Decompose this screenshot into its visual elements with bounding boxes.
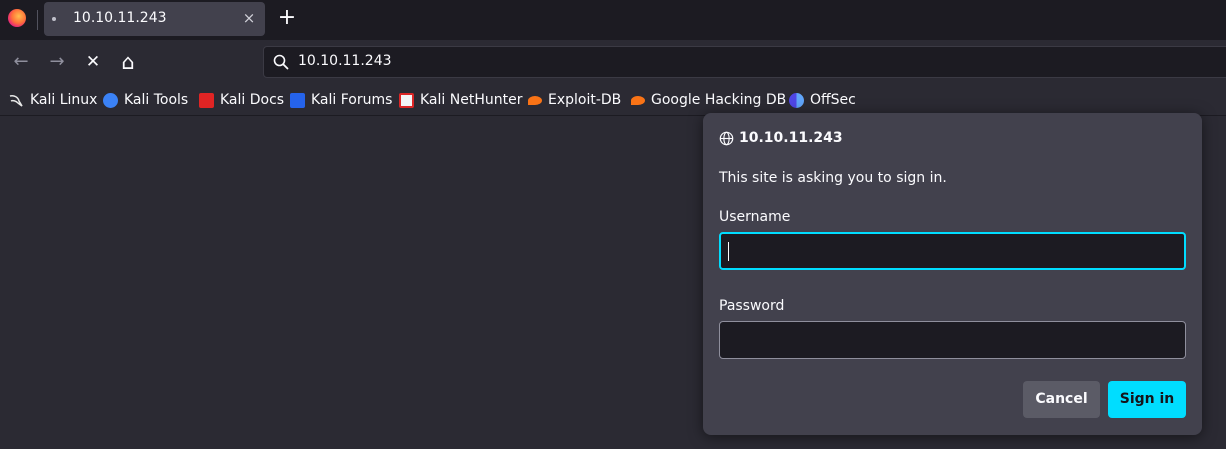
cancel-button[interactable]: Cancel bbox=[1023, 381, 1100, 418]
password-label: Password bbox=[719, 298, 785, 314]
home-button[interactable]: ⌂ bbox=[115, 49, 141, 75]
bookmark-kali-docs[interactable]: Kali Docs bbox=[199, 91, 284, 109]
bookmark-kali-tools[interactable]: Kali Tools bbox=[103, 91, 188, 109]
bookmark-kali-forums[interactable]: Kali Forums bbox=[290, 91, 392, 109]
kali-forums-icon bbox=[290, 92, 305, 108]
tab-active[interactable]: 10.10.11.243 × bbox=[44, 2, 265, 36]
username-label: Username bbox=[719, 209, 791, 225]
search-icon bbox=[273, 54, 289, 70]
loading-dot-icon bbox=[52, 17, 56, 21]
tab-title: 10.10.11.243 bbox=[73, 10, 167, 26]
navigation-toolbar: ← → ✕ ⌂ 10.10.11.243 bbox=[0, 40, 1226, 84]
exploit-db-icon bbox=[528, 95, 542, 105]
globe-icon bbox=[719, 131, 734, 145]
bookmark-label: Exploit-DB bbox=[548, 92, 622, 108]
auth-dialog: 10.10.11.243 This site is asking you to … bbox=[703, 113, 1202, 435]
tab-close-icon[interactable]: × bbox=[239, 8, 259, 28]
stop-button[interactable]: ✕ bbox=[80, 49, 106, 75]
url-bar[interactable]: 10.10.11.243 bbox=[263, 46, 1226, 78]
url-text[interactable]: 10.10.11.243 bbox=[298, 53, 392, 69]
forward-button[interactable]: → bbox=[44, 49, 70, 75]
kali-tools-icon bbox=[103, 92, 118, 108]
dialog-message: This site is asking you to sign in. bbox=[719, 170, 947, 186]
kali-nethunter-icon bbox=[399, 92, 414, 108]
bookmark-label: Kali Tools bbox=[124, 92, 189, 108]
tab-separator bbox=[37, 10, 38, 30]
bookmark-label: Google Hacking DB bbox=[651, 92, 787, 108]
bookmark-label: OffSec bbox=[810, 92, 856, 108]
sign-in-button[interactable]: Sign in bbox=[1108, 381, 1186, 418]
bookmark-label: Kali NetHunter bbox=[420, 92, 523, 108]
password-input[interactable] bbox=[719, 321, 1186, 359]
firefox-logo-icon[interactable] bbox=[8, 9, 26, 27]
bookmark-kali-nethunter[interactable]: Kali NetHunter bbox=[399, 91, 522, 109]
bookmark-exploit-db[interactable]: Exploit-DB bbox=[528, 91, 621, 109]
username-input[interactable] bbox=[719, 232, 1186, 270]
back-button[interactable]: ← bbox=[8, 49, 34, 75]
bookmark-google-hacking-db[interactable]: Google Hacking DB bbox=[631, 91, 786, 109]
bookmark-label: Kali Docs bbox=[220, 92, 285, 108]
bookmark-offsec[interactable]: OffSec bbox=[789, 91, 856, 109]
bookmark-label: Kali Forums bbox=[311, 92, 393, 108]
dialog-host-text: 10.10.11.243 bbox=[739, 130, 843, 146]
bookmark-kali-linux[interactable]: Kali Linux bbox=[9, 91, 97, 109]
dialog-host: 10.10.11.243 bbox=[719, 130, 843, 146]
kali-dragon-icon bbox=[9, 93, 24, 108]
new-tab-button[interactable]: + bbox=[276, 6, 298, 30]
tab-strip: 10.10.11.243 × + bbox=[0, 0, 1226, 40]
ghdb-icon bbox=[631, 95, 645, 105]
offsec-icon bbox=[789, 92, 804, 108]
bookmark-label: Kali Linux bbox=[30, 92, 98, 108]
text-caret bbox=[728, 242, 729, 261]
kali-docs-icon bbox=[199, 92, 214, 108]
bookmarks-toolbar: Kali Linux Kali Tools Kali Docs Kali For… bbox=[0, 84, 1226, 116]
